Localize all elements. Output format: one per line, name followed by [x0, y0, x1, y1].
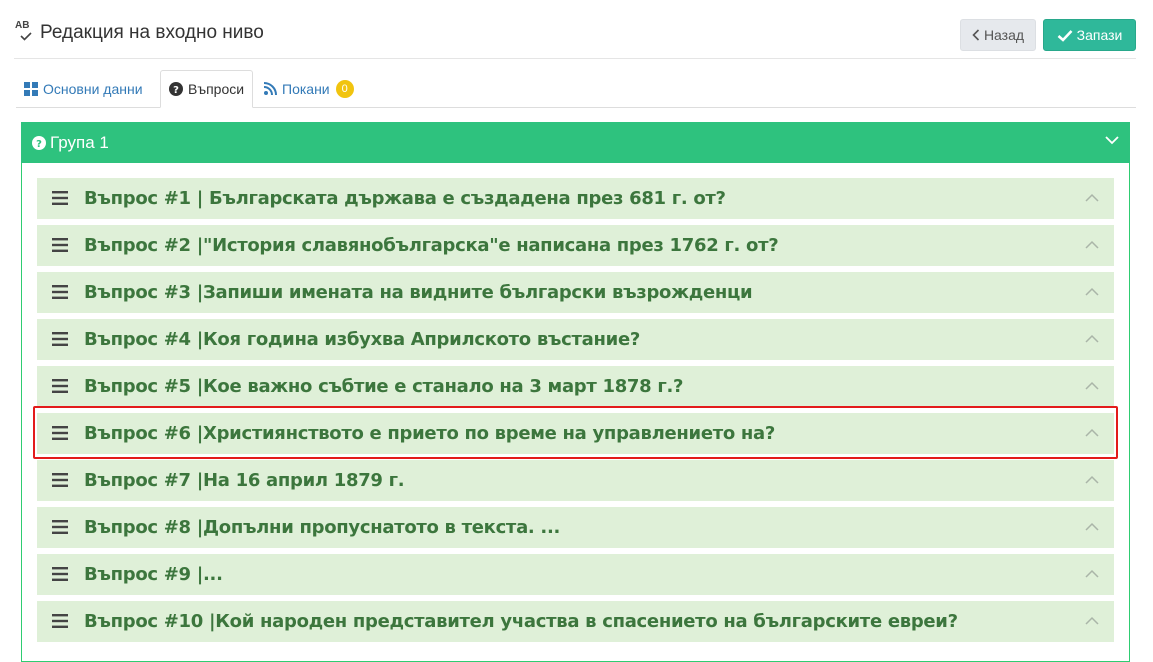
chevron-up-icon[interactable] [1085, 334, 1099, 343]
chevron-up-icon[interactable] [1085, 193, 1099, 202]
question-row[interactable]: Въпрос #2 |"История славянобългарска"е н… [37, 225, 1114, 266]
tab-basic-data-label: Основни данни [43, 80, 143, 97]
question-row[interactable]: Въпрос #3 |Запиши имената на видните бъл… [37, 272, 1114, 313]
tab-invitations[interactable]: Покани 0 [256, 70, 362, 107]
drag-handle-icon[interactable] [52, 567, 68, 581]
chevron-up-icon[interactable] [1085, 569, 1099, 578]
question-title: Въпрос #8 |Допълни пропуснатото в текста… [84, 517, 561, 538]
spellcheck-icon: AB [14, 20, 38, 46]
question-row[interactable]: Въпрос #8 |Допълни пропуснатото в текста… [37, 507, 1114, 548]
question-row[interactable]: Въпрос #6 |Християнството е прието по вр… [37, 413, 1114, 454]
question-row[interactable]: Въпрос #10 |Кой народен представител уча… [37, 601, 1114, 642]
page-title: Редакция на входно ниво [40, 22, 264, 43]
drag-handle-icon[interactable] [52, 614, 68, 628]
question-row[interactable]: Въпрос #1 | Българската държава е създад… [37, 178, 1114, 219]
back-button-label: Назад [983, 27, 1025, 43]
tab-questions-label: Въпроси [188, 81, 245, 97]
chevron-up-icon[interactable] [1085, 475, 1099, 484]
tab-invitations-label: Покани [282, 80, 330, 97]
svg-text:?: ? [173, 85, 179, 96]
invitations-count-badge: 0 [335, 79, 354, 98]
question-title: Въпрос #5 |Кое важно събтие е станало на… [84, 376, 684, 397]
question-title: Въпрос #3 |Запиши имената на видните бъл… [84, 282, 753, 303]
chevron-up-icon[interactable] [1085, 381, 1099, 390]
title-wrap: AB Редакция на входно ниво [14, 20, 264, 46]
question-row[interactable]: Въпрос #4 |Коя година избухва Априлското… [37, 319, 1114, 360]
header-divider [14, 58, 1136, 59]
chevron-up-icon[interactable] [1085, 240, 1099, 249]
question-title: Въпрос #7 |На 16 април 1879 г. [84, 470, 405, 491]
group-title: Група 1 [50, 132, 109, 152]
page-header: AB Редакция на входно ниво Назад Запази [0, 0, 1153, 60]
grid-icon [24, 81, 38, 96]
question-title: Въпрос #2 |"История славянобългарска"е н… [84, 235, 779, 256]
svg-text:?: ? [36, 139, 42, 150]
question-title: Въпрос #1 | Българската държава е създад… [84, 188, 726, 209]
check-icon [1057, 29, 1073, 42]
drag-handle-icon[interactable] [52, 426, 68, 440]
question-title: Въпрос #10 |Кой народен представител уча… [84, 611, 958, 632]
tab-basic-data[interactable]: Основни данни [16, 70, 151, 107]
question-row[interactable]: Въпрос #5 |Кое важно събтие е станало на… [37, 366, 1114, 407]
question-circle-icon: ? [169, 82, 183, 96]
drag-handle-icon[interactable] [52, 238, 68, 252]
back-button[interactable]: Назад [960, 19, 1036, 51]
tab-questions[interactable]: ? Въпроси [160, 70, 254, 108]
question-circle-icon: ? [32, 135, 46, 150]
question-row[interactable]: Въпрос #7 |На 16 април 1879 г. [37, 460, 1114, 501]
drag-handle-icon[interactable] [52, 520, 68, 534]
question-title: Въпрос #4 |Коя година избухва Априлското… [84, 329, 641, 350]
tab-bar: Основни данни ? Въпроси Покани 0 [16, 70, 1136, 108]
drag-handle-icon[interactable] [52, 332, 68, 346]
chevron-up-icon[interactable] [1085, 522, 1099, 531]
group-header[interactable]: ? Група 1 [21, 122, 1130, 163]
rss-icon [264, 82, 277, 95]
drag-handle-icon[interactable] [52, 379, 68, 393]
drag-handle-icon[interactable] [52, 191, 68, 205]
question-row[interactable]: Въпрос #9 |... [37, 554, 1114, 595]
chevron-up-icon[interactable] [1085, 428, 1099, 437]
question-title: Въпрос #6 |Християнството е прието по вр… [84, 423, 776, 444]
chevron-up-icon[interactable] [1085, 287, 1099, 296]
drag-handle-icon[interactable] [52, 473, 68, 487]
chevron-down-icon[interactable] [1105, 136, 1119, 145]
question-title: Въпрос #9 |... [84, 564, 223, 585]
chevron-up-icon[interactable] [1085, 616, 1099, 625]
save-button-label: Запази [1076, 27, 1123, 43]
save-button[interactable]: Запази [1043, 19, 1136, 51]
chevron-left-icon [972, 29, 980, 41]
drag-handle-icon[interactable] [52, 285, 68, 299]
